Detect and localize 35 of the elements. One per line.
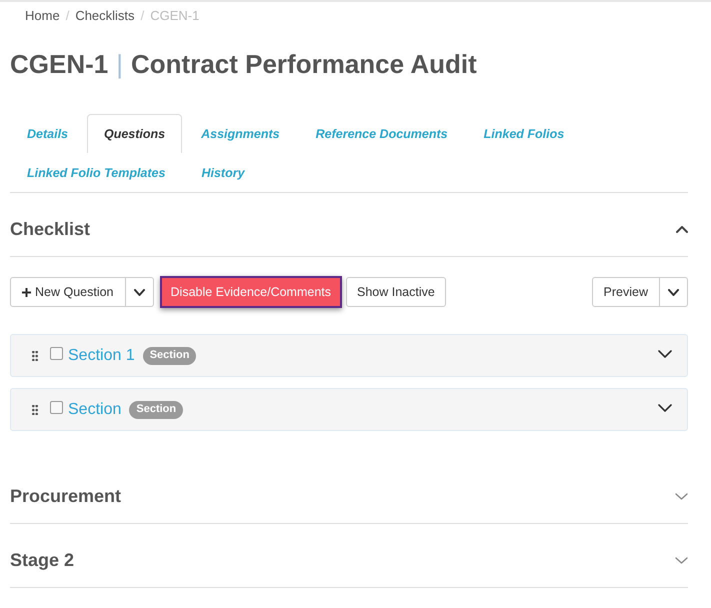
- dropdown-toggle-button[interactable]: [126, 277, 154, 307]
- tab[interactable]: Linked Folio Templates: [10, 153, 182, 192]
- section-heading: Procurement: [10, 485, 122, 508]
- section-heading: Stage 2: [10, 549, 74, 572]
- dropdown-toggle-button[interactable]: [660, 277, 688, 307]
- chevron-down-icon[interactable]: [658, 404, 672, 412]
- tab[interactable]: Linked Folios: [466, 114, 582, 153]
- section-title-link[interactable]: Section 1: [68, 344, 135, 368]
- breadcrumb-link[interactable]: Checklists: [75, 6, 135, 26]
- tab[interactable]: Questions: [87, 114, 182, 153]
- page-title: CGEN-1 | Contract Performance Audit: [10, 48, 478, 81]
- chevron-up-icon[interactable]: [676, 226, 688, 232]
- checkbox[interactable]: [50, 347, 63, 360]
- breadcrumb-separator: /: [140, 7, 146, 26]
- type-badge: Section: [129, 400, 184, 418]
- type-badge: Section: [142, 346, 196, 364]
- drag-handle-icon[interactable]: [32, 404, 38, 414]
- breadcrumb-current: CGEN-1: [150, 7, 200, 26]
- new-question-button[interactable]: New Question: [10, 277, 126, 307]
- preview-button[interactable]: Preview: [592, 277, 660, 307]
- section-title-link[interactable]: Section: [68, 398, 122, 422]
- breadcrumb-separator: /: [64, 7, 70, 26]
- section-heading: Checklist: [10, 218, 90, 241]
- checkbox[interactable]: [50, 401, 63, 414]
- plus-icon: [21, 286, 32, 298]
- disable-evidence-button[interactable]: Disable Evidence/Comments: [160, 276, 342, 308]
- tab[interactable]: History: [184, 153, 262, 192]
- caret-down-icon: [668, 288, 679, 296]
- caret-down-icon: [134, 288, 145, 296]
- tab[interactable]: Assignments: [184, 114, 297, 153]
- chevron-down-icon[interactable]: [658, 350, 672, 358]
- tab[interactable]: Reference Documents: [298, 114, 465, 153]
- drag-handle-icon[interactable]: [32, 350, 38, 360]
- breadcrumb-link[interactable]: Home: [25, 6, 60, 26]
- tab[interactable]: Details: [10, 114, 85, 153]
